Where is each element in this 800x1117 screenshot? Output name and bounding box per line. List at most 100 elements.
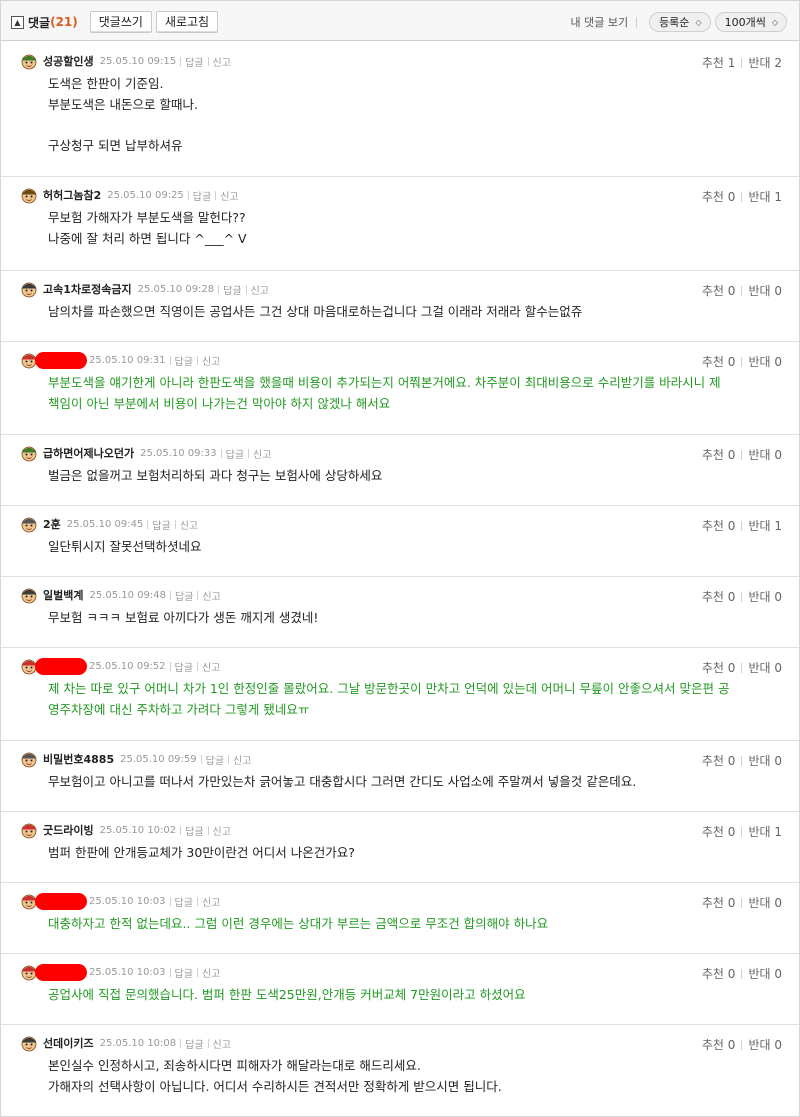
downvote-button[interactable]: 반대 0 [748,282,782,299]
downvote-button[interactable]: 반대 0 [748,659,782,676]
upvote-count: 0 [727,1038,736,1052]
reply-link[interactable]: 답글 [175,353,193,368]
downvote-button[interactable]: 반대 1 [748,188,782,205]
report-link[interactable]: 신고 [253,446,271,461]
refresh-button[interactable]: 새로고침 [155,11,219,33]
upvote-button[interactable]: 추천 0 [702,517,736,534]
downvote-button[interactable]: 반대 2 [748,54,782,71]
comment-votes: 추천 0 반대 0 [702,752,782,769]
comment-meta: 선데이키즈 25.05.10 10:08 답글 신고 [19,1034,231,1052]
reply-link[interactable]: 답글 [223,282,241,297]
reply-link[interactable]: 답글 [175,588,193,603]
reply-link[interactable]: 답글 [175,659,193,674]
downvote-button[interactable]: 반대 0 [748,446,782,463]
report-link[interactable]: 신고 [202,353,220,368]
comment-votes: 추천 0 반대 0 [702,1036,782,1053]
comment-item: 비밀번호4885 25.05.10 09:59 답글 신고 추천 0 반대 0 무보험이고 … [1,741,799,812]
comment-body: 일단튀시지 잘못선택하셧네요 [48,537,779,558]
downvote-label: 반대 [748,56,771,70]
reply-link[interactable]: 답글 [226,446,244,461]
user-level-icon [21,517,37,533]
reply-link[interactable]: 답글 [206,752,224,767]
reply-link[interactable]: 답글 [185,54,203,69]
report-link[interactable]: 신고 [213,54,231,69]
report-link[interactable]: 신고 [220,188,238,203]
upvote-label: 추천 [701,448,724,462]
downvote-button[interactable]: 반대 0 [748,894,782,911]
downvote-button[interactable]: 반대 0 [748,588,782,605]
comment-author[interactable]: 일벌백계 [43,587,83,603]
comment-votes: 추천 0 반대 0 [702,965,782,982]
upvote-count: 0 [727,190,736,204]
divider [215,190,217,200]
upvote-button[interactable]: 추천 0 [702,752,736,769]
page-size-select[interactable]: 100개씩 ◇ [714,12,787,32]
upvote-button[interactable]: 추천 0 [702,282,736,299]
downvote-button[interactable]: 반대 1 [748,823,782,840]
upvote-button[interactable]: 추천 0 [702,188,736,205]
upvote-button[interactable]: 추천 0 [702,353,736,370]
comment-line: 책임이 아닌 부분에서 비용이 나가는건 막아야 하지 않겠나 해서요 [48,395,391,411]
upvote-button[interactable]: 추천 0 [702,446,736,463]
divider [741,897,743,908]
downvote-label: 반대 [748,355,771,369]
reply-link[interactable]: 답글 [185,1036,203,1051]
report-link[interactable]: 신고 [202,894,220,909]
my-comments-link[interactable]: 내 댓글 보기 [570,14,628,30]
reply-link[interactable]: 답글 [152,517,170,532]
upvote-button[interactable]: 추천 0 [702,894,736,911]
report-link[interactable]: 신고 [202,965,220,980]
comment-author[interactable]: 굿드라이빙 [43,822,94,838]
upvote-button[interactable]: 추천 0 [702,823,736,840]
comment-item: 굿드라이빙 25.05.10 10:02 답글 신고 추천 0 반대 1 범퍼 한판에 안개… [1,812,799,883]
downvote-button[interactable]: 반대 0 [748,965,782,982]
comments-title[interactable]: 댓글 [28,14,50,31]
report-link[interactable]: 신고 [251,282,269,297]
comment-item: 고속1차로정속금지 25.05.10 09:28 답글 신고 추천 0 반대 0 남의차를 … [1,271,799,342]
downvote-button[interactable]: 반대 0 [748,1036,782,1053]
reply-link[interactable]: 답글 [175,965,193,980]
reply-link[interactable]: 답글 [193,188,211,203]
report-link[interactable]: 신고 [202,588,220,603]
reply-link[interactable]: 답글 [185,823,203,838]
collapse-toggle-icon[interactable]: ▲ [11,15,24,29]
comment-author[interactable]: 2훈 [43,516,61,532]
report-link[interactable]: 신고 [180,517,198,532]
comment-author[interactable]: 고속1차로정속금지 [43,281,132,297]
user-level-icon [21,54,37,70]
comment-line: 벌금은 없을꺼고 보험처리하되 과다 청구는 보험사에 상당하세요 [48,468,383,483]
divider [170,590,172,600]
comment-meta: 2훈 25.05.10 09:45 답글 신고 [19,515,198,533]
upvote-button[interactable]: 추천 0 [702,659,736,676]
comment-author[interactable]: 허허그놈참2 [43,187,101,203]
report-link[interactable]: 신고 [233,752,251,767]
upvote-button[interactable]: 추천 0 [702,1036,736,1053]
upvote-button[interactable]: 추천 0 [702,965,736,982]
report-link[interactable]: 신고 [213,1036,231,1051]
comment-author[interactable]: 비밀번호4885 [43,751,114,767]
write-comment-button[interactable]: 댓글쓰기 [89,11,152,33]
comment-votes: 추천 0 반대 1 [702,188,782,205]
user-level-icon [21,752,37,768]
sort-select[interactable]: 등록순 ◇ [649,12,711,32]
divider [197,590,199,600]
comment-author[interactable]: 급하면어제나오던가 [43,445,134,461]
downvote-button[interactable]: 반대 1 [748,517,782,534]
upvote-button[interactable]: 추천 1 [702,54,736,71]
report-link[interactable]: 신고 [213,823,231,838]
report-link[interactable]: 신고 [202,659,220,674]
comment-votes: 추천 0 반대 0 [702,588,782,605]
downvote-button[interactable]: 반대 0 [748,353,782,370]
reply-link[interactable]: 답글 [175,894,193,909]
comment-timestamp: 25.05.10 09:28 [137,283,215,295]
comment-meta: 25.05.10 10:03 답글 신고 [19,892,220,910]
divider [187,190,189,200]
page-size-select-value: 100개씩 [724,16,766,29]
comment-item: 일벌백계 25.05.10 09:48 답글 신고 추천 0 반대 0 무보험 ㅋㅋㅋ 보험… [1,577,799,648]
comment-author[interactable]: 성공할인생 [43,53,94,69]
downvote-button[interactable]: 반대 0 [748,752,782,769]
comment-author[interactable]: 선데이키즈 [43,1035,94,1051]
comment-votes: 추천 0 반대 0 [702,282,782,299]
comment-body: 본인실수 인정하시고, 죄송하시다면 피해자가 해달라는대로 해드리세요. 가해자… [48,1056,779,1097]
upvote-button[interactable]: 추천 0 [702,588,736,605]
